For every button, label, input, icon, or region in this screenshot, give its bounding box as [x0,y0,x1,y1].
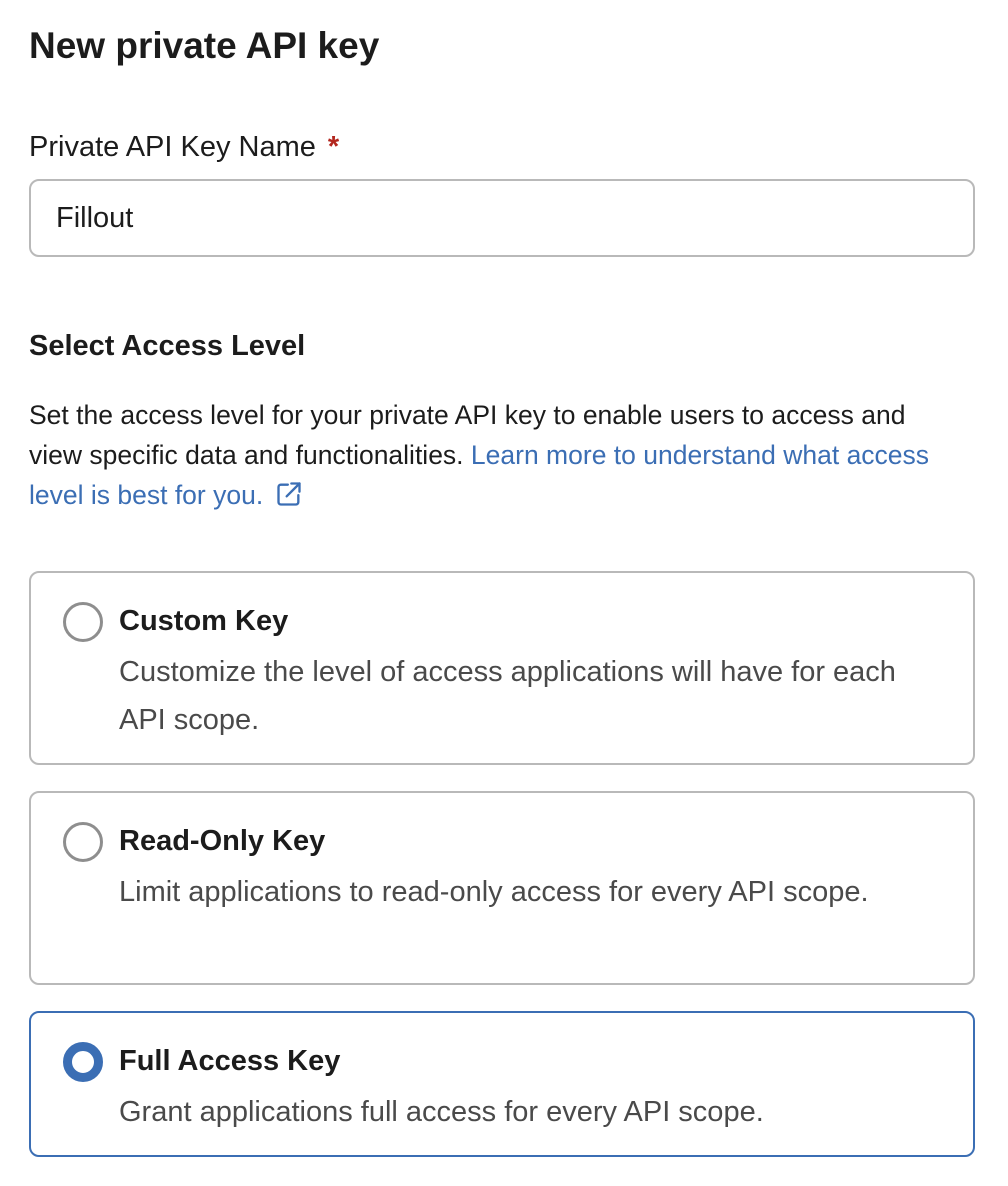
access-level-heading: Select Access Level [29,330,306,362]
api-key-name-input[interactable] [29,179,975,257]
custom-key-radio[interactable] [63,602,103,642]
new-api-key-form: New private API key Private API Key Name… [0,0,1008,1186]
read-only-key-radio[interactable] [63,822,103,862]
name-field-label-text: Private API Key Name [29,131,316,163]
read-only-key-description: Limit applications to read-only access f… [119,876,869,908]
access-level-description: Set the access level for your private AP… [29,395,949,515]
full-access-key-title: Full Access Key [119,1045,341,1077]
option-custom-key[interactable]: Custom Key Customize the level of access… [29,571,975,765]
custom-key-description: Customize the level of access applicatio… [119,656,896,736]
external-link-icon [277,482,301,506]
full-access-key-radio[interactable] [63,1042,103,1082]
option-read-only-key[interactable]: Read-Only Key Limit applications to read… [29,791,975,985]
option-full-access-key[interactable]: Full Access Key Grant applications full … [29,1011,975,1157]
page-title: New private API key [29,25,380,66]
full-access-key-description: Grant applications full access for every… [119,1096,764,1128]
custom-key-title: Custom Key [119,605,289,637]
name-field-label: Private API Key Name * [29,128,339,166]
read-only-key-title: Read-Only Key [119,825,326,857]
required-indicator: * [327,131,340,163]
